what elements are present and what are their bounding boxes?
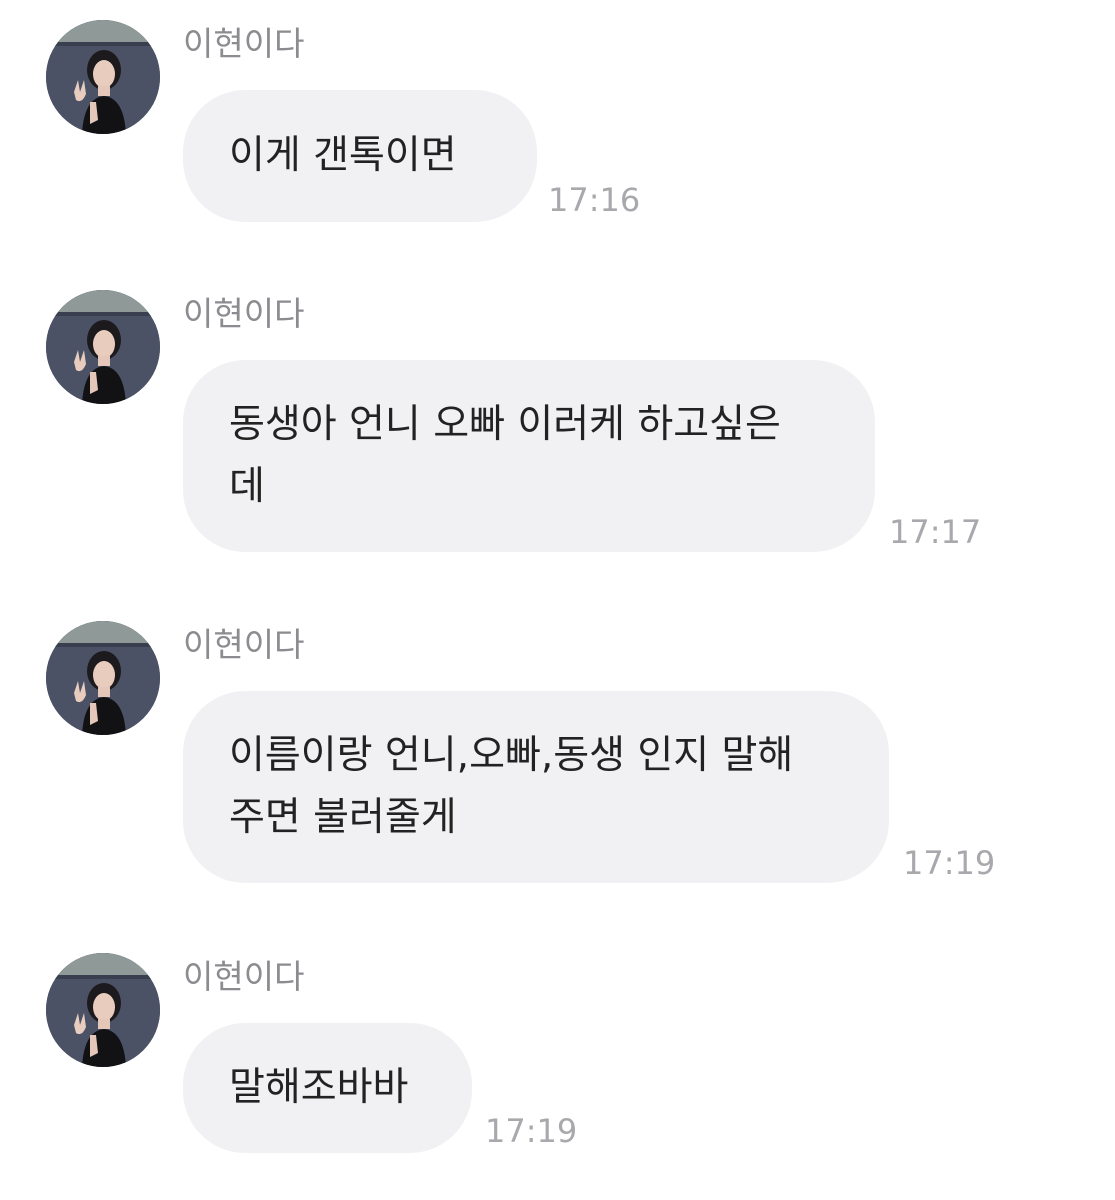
message-time: 17:19 — [485, 1112, 578, 1150]
message-bubble[interactable]: 말해조바바 — [183, 1023, 472, 1153]
message-time: 17:16 — [548, 181, 641, 219]
message-text: 이게 갠톡이면 — [229, 133, 457, 178]
message-time: 17:17 — [889, 513, 982, 551]
message-time: 17:19 — [903, 844, 996, 882]
avatar[interactable] — [46, 621, 160, 735]
sender-name: 이현이다 — [183, 957, 305, 996]
message-text: 동생아 언니 오빠 이러케 하고싶은 데 — [229, 402, 781, 509]
message-bubble[interactable]: 동생아 언니 오빠 이러케 하고싶은 데 — [183, 360, 875, 552]
avatar[interactable] — [46, 290, 160, 404]
sender-name: 이현이다 — [183, 294, 305, 333]
sender-name: 이현이다 — [183, 24, 305, 63]
message-bubble[interactable]: 이게 갠톡이면 — [183, 90, 537, 222]
message-text: 말해조바바 — [229, 1065, 409, 1110]
message-bubble[interactable]: 이름이랑 언니,오빠,동생 인지 말해 주면 불러줄게 — [183, 691, 889, 883]
message-text: 이름이랑 언니,오빠,동생 인지 말해 주면 불러줄게 — [229, 733, 794, 840]
sender-name: 이현이다 — [183, 625, 305, 664]
avatar[interactable] — [46, 953, 160, 1067]
avatar[interactable] — [46, 20, 160, 134]
